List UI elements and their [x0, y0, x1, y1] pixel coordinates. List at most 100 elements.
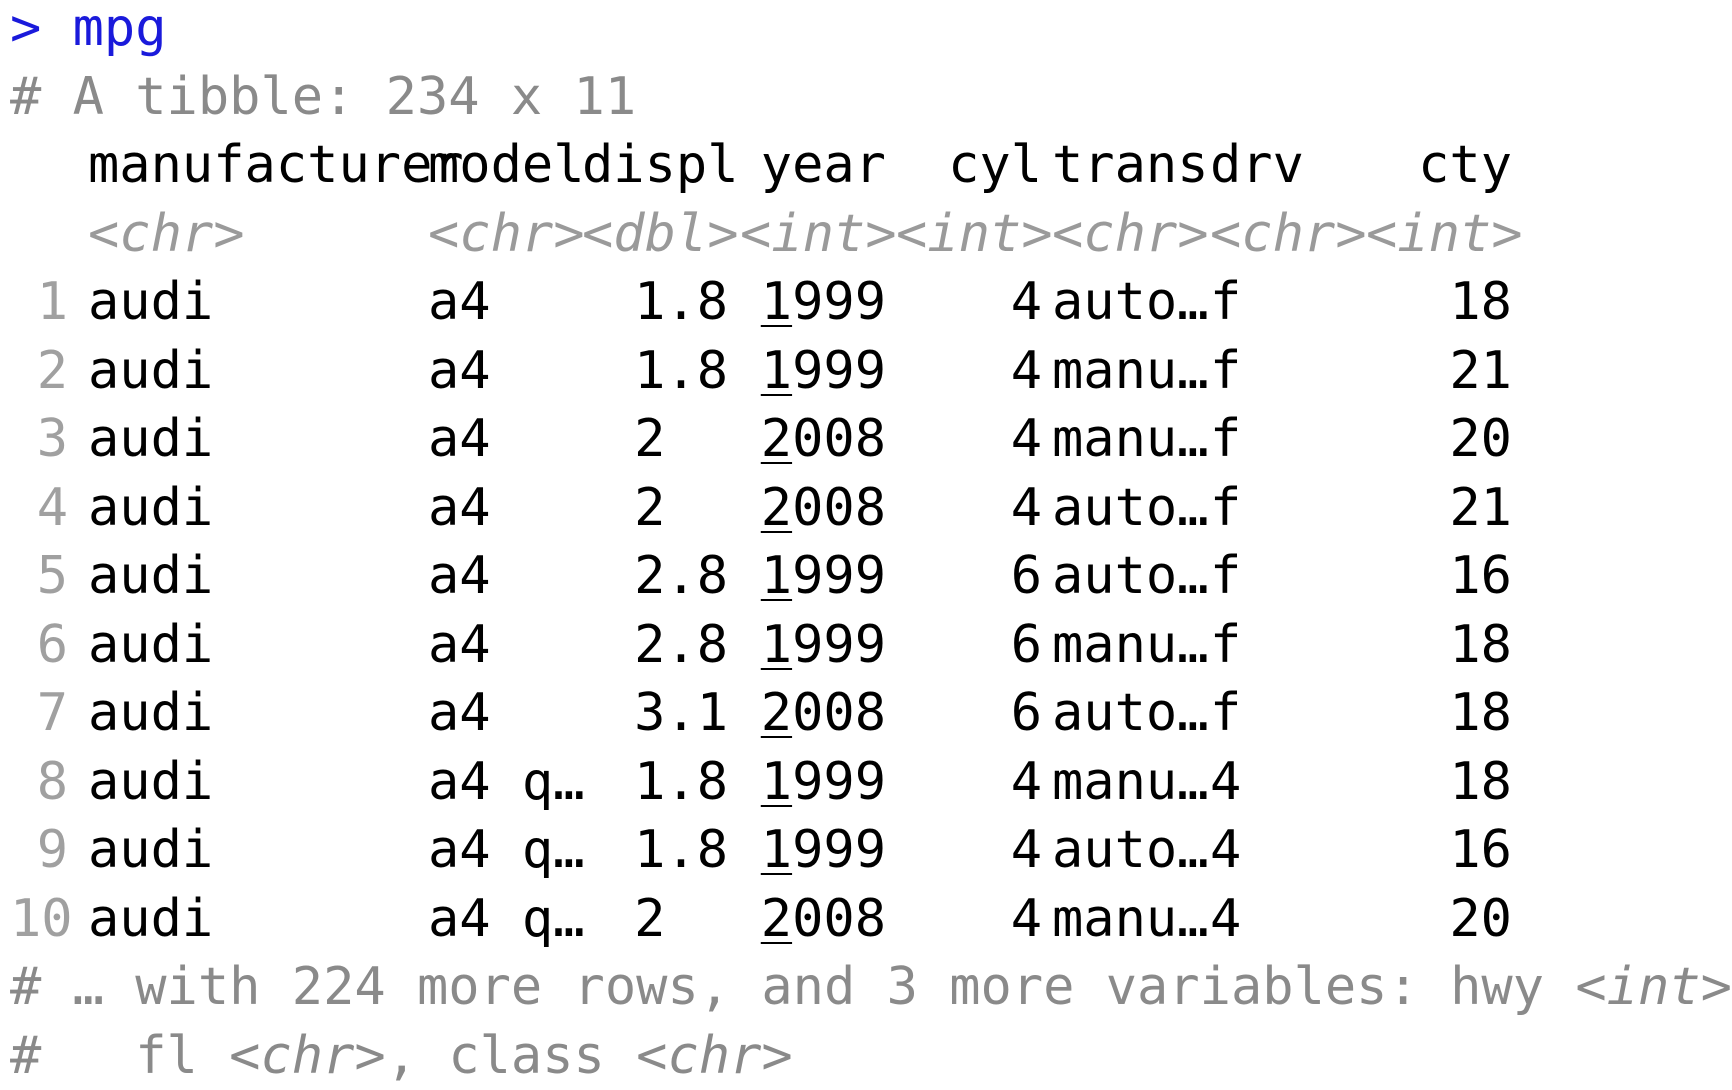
cell-displ: 2: [582, 405, 728, 474]
cell-displ: 2: [582, 474, 728, 543]
column-type-row: <chr><chr><dbl><int><int><chr><chr><int>: [10, 200, 1725, 269]
table-row: 4audia42 20084auto…f21: [10, 474, 1725, 543]
cell-drv: f: [1210, 337, 1356, 406]
footer-text: # … with 224 more rows, and 3 more varia…: [10, 957, 1575, 1017]
row-number: 2: [10, 337, 68, 406]
cell-trans: manu…: [1052, 748, 1198, 817]
cell-cyl: 6: [896, 542, 1042, 611]
cell-model: a4: [428, 542, 578, 611]
cell-cty: 16: [1366, 542, 1512, 611]
cell-cyl: 4: [896, 405, 1042, 474]
cell-model: a4: [428, 474, 578, 543]
cell-model: a4: [428, 337, 578, 406]
table-row: 3audia42 20084manu…f20: [10, 405, 1725, 474]
command-text: mpg: [73, 0, 167, 58]
table-row: 9audia4 q…1.819994auto…416: [10, 816, 1725, 885]
cell-displ: 3.1: [582, 679, 728, 748]
data-rows: 1audia41.819994auto…f182audia41.819994ma…: [10, 268, 1725, 953]
cell-displ: 1.8: [582, 748, 728, 817]
cell-cyl: 6: [896, 611, 1042, 680]
r-console[interactable]: > mpg # A tibble: 234 x 11 manufacturerm…: [10, 0, 1725, 1090]
row-number: 7: [10, 679, 68, 748]
year-rest-digits: 999: [792, 820, 886, 880]
footer-line-1: # … with 224 more rows, and 3 more varia…: [10, 953, 1725, 1022]
cell-model: a4: [428, 268, 578, 337]
column-header-displ: displ: [582, 131, 728, 200]
cell-model: a4: [428, 611, 578, 680]
row-number: 8: [10, 748, 68, 817]
cell-model: a4: [428, 405, 578, 474]
cell-manufacturer: audi: [88, 679, 408, 748]
cell-trans: auto…: [1052, 816, 1198, 885]
row-number: 6: [10, 611, 68, 680]
cell-cty: 21: [1366, 337, 1512, 406]
year-rest-digits: 999: [792, 752, 886, 812]
cell-trans: manu…: [1052, 611, 1198, 680]
cell-drv: f: [1210, 268, 1356, 337]
cell-cty: 20: [1366, 885, 1512, 954]
cell-year: 1999: [740, 816, 886, 885]
year-lead-digit: 1: [761, 820, 792, 880]
footer-type: <chr>: [229, 1026, 386, 1086]
year-lead-digit: 1: [761, 546, 792, 606]
year-rest-digits: 008: [792, 683, 886, 743]
cell-cyl: 6: [896, 679, 1042, 748]
year-rest-digits: 999: [792, 272, 886, 332]
column-header-model: model: [428, 131, 578, 200]
cell-cyl: 4: [896, 748, 1042, 817]
column-header-trans: trans: [1052, 131, 1198, 200]
cell-year: 1999: [740, 748, 886, 817]
cell-manufacturer: audi: [88, 474, 408, 543]
cell-cty: 21: [1366, 474, 1512, 543]
column-header-row: manufacturermodeldisplyearcyltransdrvcty: [10, 131, 1725, 200]
year-rest-digits: 999: [792, 546, 886, 606]
year-lead-digit: 1: [761, 341, 792, 401]
column-type-displ: <dbl>: [582, 200, 728, 269]
cell-displ: 2: [582, 885, 728, 954]
cell-cty: 16: [1366, 816, 1512, 885]
footer-type: <int>: [1575, 957, 1732, 1017]
cell-cyl: 4: [896, 268, 1042, 337]
cell-year: 2008: [740, 405, 886, 474]
cell-cty: 18: [1366, 748, 1512, 817]
cell-manufacturer: audi: [88, 405, 408, 474]
year-rest-digits: 999: [792, 615, 886, 675]
cell-model: a4 q…: [428, 885, 578, 954]
row-number: 9: [10, 816, 68, 885]
column-header-year: year: [740, 131, 886, 200]
row-number: 4: [10, 474, 68, 543]
cell-manufacturer: audi: [88, 816, 408, 885]
column-header-manufacturer: manufacturer: [88, 131, 408, 200]
cell-trans: auto…: [1052, 679, 1198, 748]
cell-drv: f: [1210, 474, 1356, 543]
cell-trans: manu…: [1052, 405, 1198, 474]
row-number: 10: [10, 885, 68, 954]
cell-model: a4 q…: [428, 748, 578, 817]
cell-displ: 1.8: [582, 337, 728, 406]
cell-trans: auto…: [1052, 542, 1198, 611]
cell-cyl: 4: [896, 474, 1042, 543]
table-row: 6audia42.819996manu…f18: [10, 611, 1725, 680]
row-number: 3: [10, 405, 68, 474]
column-type-trans: <chr>: [1052, 200, 1198, 269]
table-row: 5audia42.819996auto…f16: [10, 542, 1725, 611]
cell-year: 1999: [740, 611, 886, 680]
cell-year: 2008: [740, 474, 886, 543]
cell-drv: f: [1210, 679, 1356, 748]
cell-displ: 1.8: [582, 268, 728, 337]
cell-trans: manu…: [1052, 337, 1198, 406]
column-header-drv: drv: [1210, 131, 1356, 200]
cell-model: a4 q…: [428, 816, 578, 885]
cell-cyl: 4: [896, 816, 1042, 885]
cell-year: 2008: [740, 885, 886, 954]
cell-manufacturer: audi: [88, 611, 408, 680]
column-type-year: <int>: [740, 200, 886, 269]
column-header-cty: cty: [1366, 131, 1512, 200]
cell-drv: f: [1210, 405, 1356, 474]
cell-manufacturer: audi: [88, 542, 408, 611]
cell-trans: auto…: [1052, 474, 1198, 543]
cell-displ: 1.8: [582, 816, 728, 885]
row-number: 5: [10, 542, 68, 611]
cell-year: 1999: [740, 542, 886, 611]
year-lead-digit: 2: [761, 478, 792, 538]
